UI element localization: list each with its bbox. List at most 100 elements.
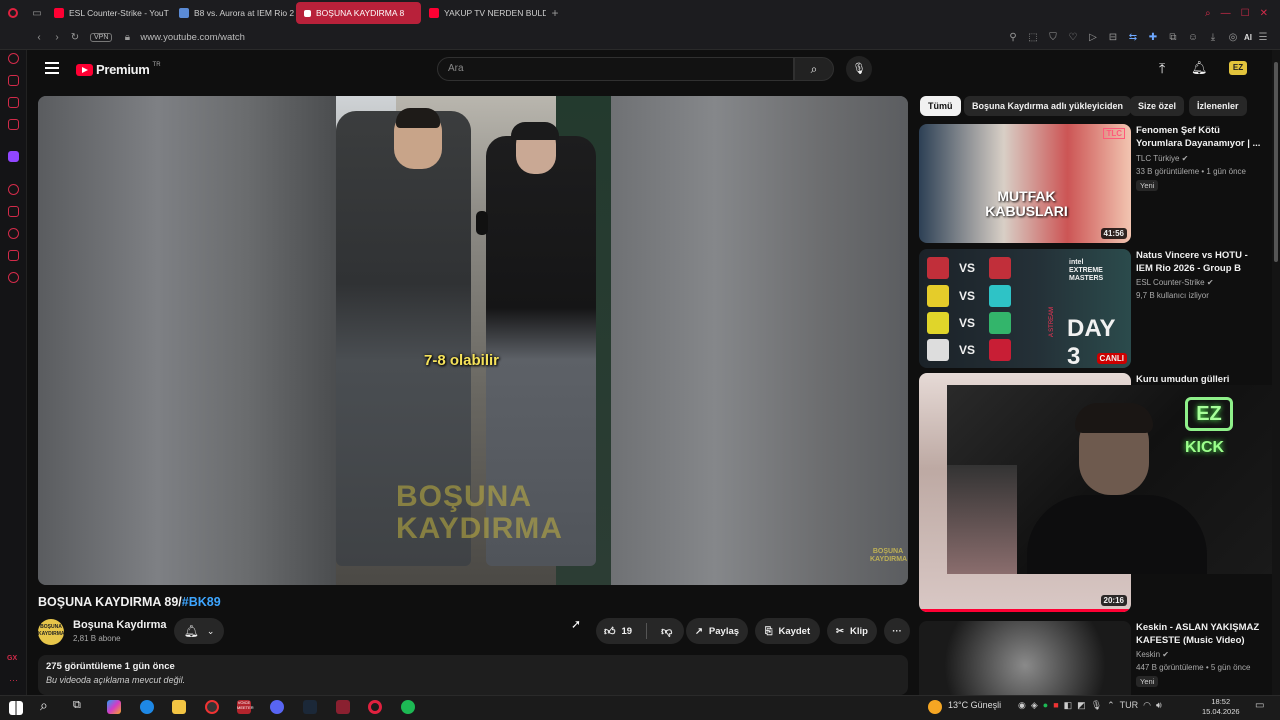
rec-thumbnail-1[interactable]: MUTFAK KABUSLARI TLC 41:56 [919,124,1131,243]
weather-text[interactable]: 13°C Güneşli [948,700,1001,710]
rec-channel-1[interactable]: TLC Türkiye ✔ [1136,152,1188,165]
voice-search-button[interactable]: 🎙︎ [846,56,872,82]
download-icon[interactable]: ⤓ [1204,32,1222,43]
search-tabs-icon[interactable]: ⌕ [1205,8,1211,19]
maximize-icon[interactable]: ☐ [1241,8,1250,19]
shield-icon[interactable]: ⛉ [1044,32,1062,43]
url-field[interactable]: www.youtube.com/watch [140,32,245,43]
rec-title-4[interactable]: Keskin - ASLAN YAKIŞMAZ KAFESTE (Music V… [1136,621,1266,647]
gx-badge[interactable]: GX [7,655,17,662]
lang-indicator[interactable]: TUR [1120,700,1139,711]
opera-gx-icon[interactable] [336,700,350,714]
forward-icon[interactable]: › [48,32,66,43]
youtube-logo[interactable]: Premium TR [76,62,161,77]
search-button[interactable]: ⌕ [794,57,834,81]
rec-title-2[interactable]: Natus Vincere vs HOTU - IEM Rio 2026 - G… [1136,249,1266,275]
mic-tray-icon[interactable]: 🎙︎ [1091,700,1102,711]
opera-icon[interactable] [368,700,382,714]
rec-channel-2[interactable]: ESL Counter-Strike ✔ [1136,276,1214,289]
tab-b8[interactable]: B8 vs. Aurora at IEM Rio 2 [171,2,296,24]
chip-from-uploader[interactable]: Boşuna Kaydırma adlı yükleyiciden [964,96,1132,116]
opera-logo-icon[interactable] [8,8,18,18]
hamburger-menu-icon[interactable] [45,62,59,74]
discord-icon[interactable] [270,700,284,714]
minimize-icon[interactable]: — [1221,8,1231,19]
voicemeeter-icon[interactable]: VOICE MEETER [237,700,254,714]
spotify-tray-icon[interactable]: ● [1043,700,1048,711]
avatar[interactable]: EZ [1229,61,1247,75]
messenger-icon[interactable] [8,97,19,108]
discord-tray-icon[interactable]: ◉ [1018,700,1026,711]
tab-yakup-tv[interactable]: YAKUP TV NERDEN BULD [421,2,546,24]
tab-island-icon[interactable]: ⊟ [1104,32,1122,43]
snapshot-icon[interactable]: ⬚ [1024,32,1042,43]
app-tray-icon[interactable]: ◩ [1077,700,1086,711]
user-icon[interactable] [8,75,19,86]
chip-for-you[interactable]: Size özel [1130,96,1185,116]
tab-bosuna-kaydirma[interactable]: BOŞUNA KAYDIRMA 8 [296,2,421,24]
volume-icon[interactable]: 🔊︎ [1156,700,1162,711]
rec-thumbnail-2[interactable]: VS VS VS VS intel EXTREME MASTERS DAY 3 … [919,249,1131,368]
weather-icon[interactable] [928,700,942,714]
bookmark-icon[interactable] [8,206,19,217]
rec-thumbnail-4[interactable] [919,621,1131,695]
like-button[interactable]: 👍︎ 19 [604,625,632,638]
profile-icon[interactable]: ☺ [1184,32,1202,43]
camera-icon[interactable]: ◎ [1224,32,1242,43]
extension-icon[interactable]: ✚ [1144,32,1162,43]
wifi-icon[interactable]: ◠ [1143,700,1151,711]
more-icon[interactable]: ··· [9,675,18,685]
speed-dial-icon[interactable] [8,53,19,64]
file-explorer-icon[interactable] [172,700,186,714]
page-scrollbar[interactable] [1272,50,1280,695]
rec-title-1[interactable]: Fenomen Şef Kötü Yorumlara Dayanamıyor |… [1136,124,1266,150]
easy-setup-icon[interactable]: ☰ [1254,32,1272,43]
close-window-icon[interactable]: ✕ [1260,8,1268,19]
player-icon[interactable] [8,184,19,195]
rec-channel-4[interactable]: Keskin ✔ [1136,648,1169,661]
chip-all[interactable]: Tümü [920,96,961,116]
search-icon[interactable]: ⌕ [40,697,48,714]
puzzle-icon[interactable]: ⧉ [1164,32,1182,43]
translate-icon[interactable]: ⇆ [1124,32,1142,43]
steam-tray-icon[interactable]: ◈ [1031,700,1038,711]
back-icon[interactable]: ‹ [30,32,48,43]
spotify-icon[interactable] [401,700,415,714]
copilot-icon[interactable] [107,700,121,714]
tab-menu-icon[interactable]: ▭ [28,8,46,19]
video-player[interactable]: 7-8 olabilir BOŞUNA KAYDIRMA BOŞUNA KAYDI… [38,96,908,585]
more-actions-button[interactable]: ··· [884,618,910,644]
description-box[interactable]: 275 görüntüleme 1 gün önce Bu videoda aç… [38,655,908,695]
mail-icon[interactable] [8,119,19,130]
pin-icon[interactable]: ⚲ [1004,32,1022,43]
obs-icon[interactable] [205,700,219,714]
clip-button[interactable]: ✂ Klip [827,618,877,644]
hashtag-link[interactable]: #BK89 [182,595,221,609]
settings-icon[interactable] [8,272,19,283]
heart-icon[interactable]: ♡ [1064,32,1082,43]
reload-icon[interactable]: ↻ [66,32,84,43]
edge-icon[interactable] [140,700,154,714]
channel-name[interactable]: Boşuna Kaydırma [73,619,167,631]
lock-icon[interactable]: 🔒︎ [118,32,136,43]
windows-start-icon[interactable] [9,701,23,715]
tab-esl[interactable]: ESL Counter-Strike - YouT [46,2,171,24]
save-button[interactable]: ⎘ Kaydet [755,618,820,644]
chevron-up-icon[interactable]: ⌃ [1107,700,1115,711]
dislike-button[interactable]: 👎︎ [661,625,672,638]
aria-ai-button[interactable]: AI [1244,33,1252,42]
channel-avatar[interactable]: BOŞUNA KAYDIRMA [38,619,64,645]
history-icon[interactable] [8,228,19,239]
search-input[interactable]: Ara [437,57,794,81]
chip-watched[interactable]: İzlenenler [1189,96,1247,116]
share-button[interactable]: ↗ Paylaş [686,618,748,644]
download-icon[interactable] [8,250,19,261]
notifications-icon[interactable]: 🔔︎ [1191,60,1208,76]
twitch-icon[interactable] [8,151,19,162]
clock[interactable]: 18:52 15.04.2026 [1202,697,1240,717]
player-icon[interactable]: ▷ [1084,32,1102,43]
vpn-badge[interactable]: VPN [90,33,113,42]
app-tray-icon[interactable]: ■ [1053,700,1058,711]
notification-center-icon[interactable]: ▭ [1255,700,1264,711]
upload-icon[interactable]: ⤒ [1159,60,1165,77]
